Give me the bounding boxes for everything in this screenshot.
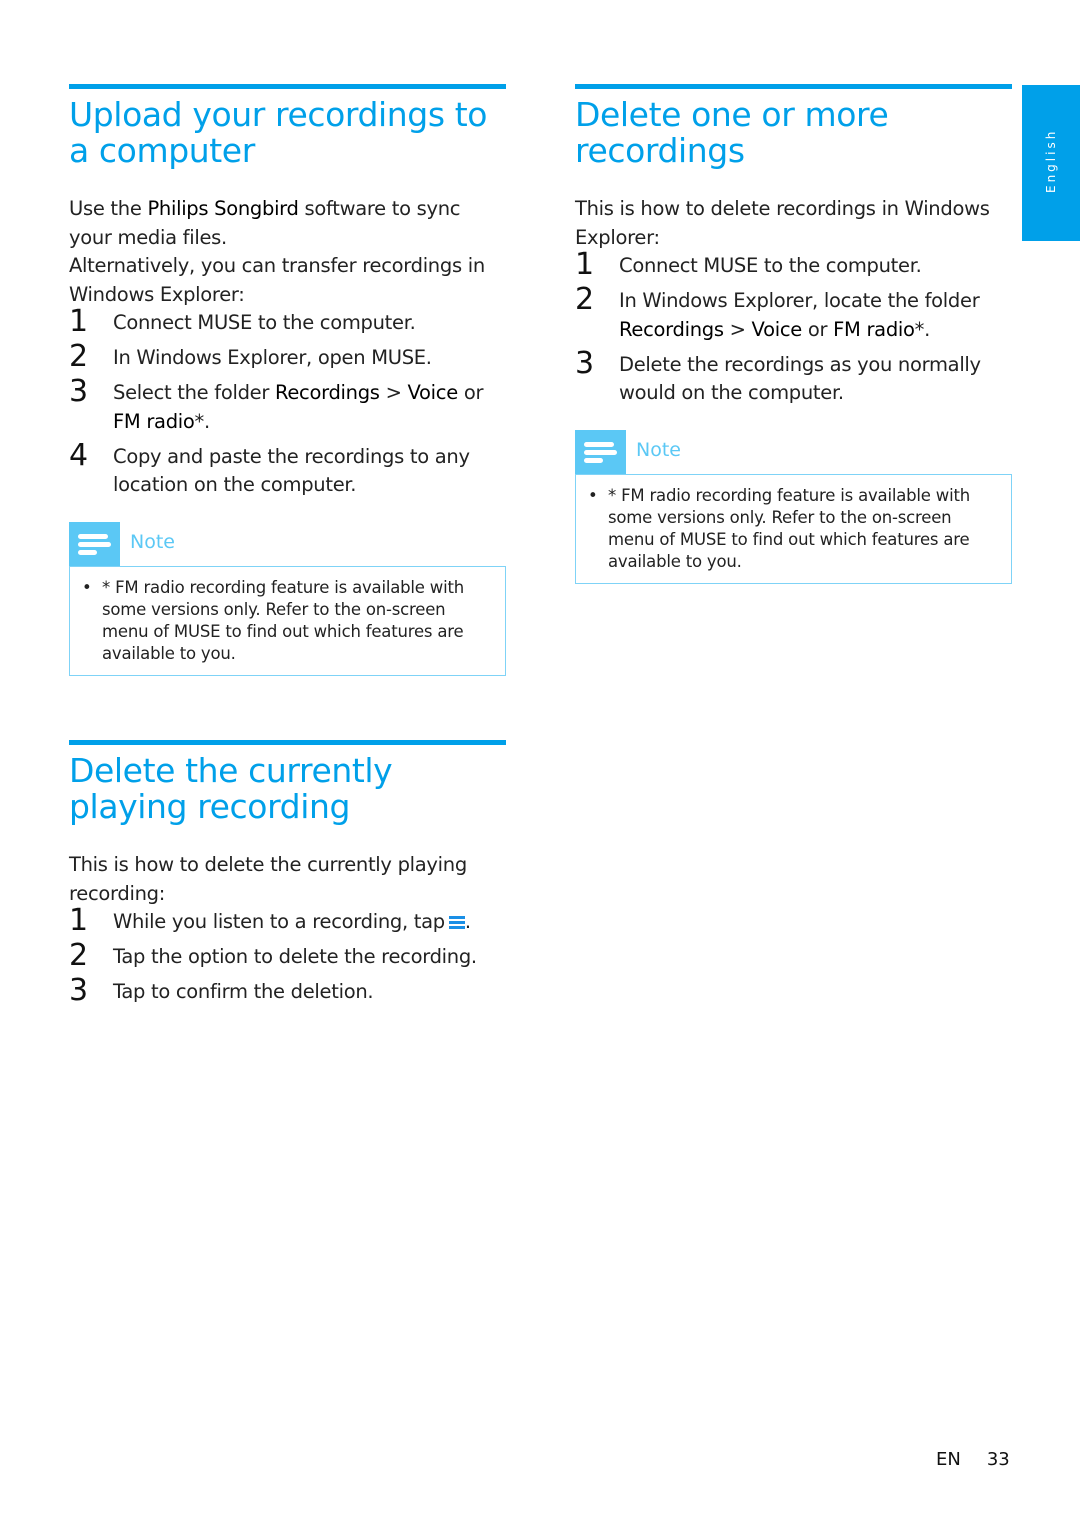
step-number: 2: [69, 339, 88, 374]
section-title: Delete one or more recordings: [575, 95, 889, 170]
step-list: 1 Connect MUSE to the computer. 2 In Windo…: [69, 304, 506, 500]
step-number: 1: [69, 304, 88, 339]
footer-lang: EN: [936, 1449, 961, 1470]
step-number: 2: [69, 938, 88, 973]
section-upload: Upload your recordings to a computer Use…: [69, 84, 506, 676]
step-item: 2 In Windows Explorer, open MUSE.: [69, 339, 432, 374]
step-item: 2 In Windows Explorer, locate the folder …: [575, 282, 980, 341]
section-intro: This is how to delete recordings in Wind…: [575, 197, 990, 249]
note-header: Note: [575, 429, 1012, 474]
step-item: 4 Copy and paste the recordings to any lo…: [69, 437, 470, 496]
note-item: • * FM radio recording feature is availab…: [588, 485, 970, 571]
section-intro: Use the Philips Songbird software to syn…: [69, 195, 506, 309]
step-item: 3 Tap to confirm the deletion.: [69, 973, 374, 1008]
section-title: Upload your recordings to a computer: [69, 95, 488, 170]
step-list: 1 Connect MUSE to the computer. 2 In Windo…: [575, 247, 1012, 408]
bullet-icon: •: [588, 485, 598, 505]
section-rule: [69, 84, 506, 89]
section-delete-more: Delete one or more recordings This is ho…: [575, 84, 1012, 584]
section-rule: [575, 84, 1012, 89]
language-tab: English: [1022, 85, 1080, 241]
step-item: 1 Connect MUSE to the computer.: [69, 304, 416, 339]
folder-name: Voice: [407, 381, 459, 404]
note-label: Note: [130, 530, 175, 553]
step-number: 3: [69, 374, 88, 409]
folder-name: FM radio: [833, 317, 915, 341]
step-number: 3: [69, 973, 88, 1008]
menu-icon: [448, 916, 465, 929]
step-item: 2 Tap the option to delete the recording.: [69, 938, 477, 973]
intro-line: Alternatively, you can transfer recordin…: [69, 254, 485, 306]
language-label: English: [1044, 128, 1058, 193]
section-intro: This is how to delete the currently play…: [69, 853, 467, 905]
step-number: 3: [575, 345, 594, 381]
step-list: 1 While you listen to a recording, tap. 2…: [69, 903, 506, 1008]
note-header: Note: [69, 521, 506, 566]
page-number: 33: [986, 1449, 1010, 1470]
section-delete-playing: Delete the currently playing recording T…: [69, 740, 506, 1013]
step-number: 1: [69, 903, 88, 938]
bullet-icon: •: [82, 577, 92, 597]
step-item: 3 Select the folder Recordings > Voice or…: [69, 374, 484, 433]
step-number: 1: [575, 247, 594, 282]
note-icon: [69, 521, 120, 566]
page-footer: EN 33: [936, 1449, 1010, 1470]
note-label: Note: [636, 438, 681, 461]
folder-name: Voice: [751, 317, 803, 341]
step-item: 1 Connect MUSE to the computer.: [575, 247, 922, 282]
section-title: Delete the currently playing recording: [69, 751, 393, 826]
note-box: • * FM radio recording feature is availab…: [575, 473, 1012, 584]
note-item: • * FM radio recording feature is availab…: [82, 577, 464, 663]
note-icon: [575, 429, 626, 474]
software-name: Philips Songbird: [147, 197, 299, 220]
section-rule: [69, 740, 506, 745]
folder-name: Recordings: [619, 317, 724, 341]
step-item: 3 Delete the recordings as you normally w…: [575, 345, 981, 404]
step-number: 2: [575, 282, 594, 317]
folder-name: Recordings: [274, 381, 380, 404]
intro-line: Use the Philips Songbird software to syn…: [69, 197, 461, 249]
folder-name: FM radio: [113, 409, 195, 433]
note-box: • * FM radio recording feature is availab…: [69, 565, 506, 676]
step-item: 1 While you listen to a recording, tap.: [69, 903, 471, 938]
step-number: 4: [69, 437, 88, 473]
